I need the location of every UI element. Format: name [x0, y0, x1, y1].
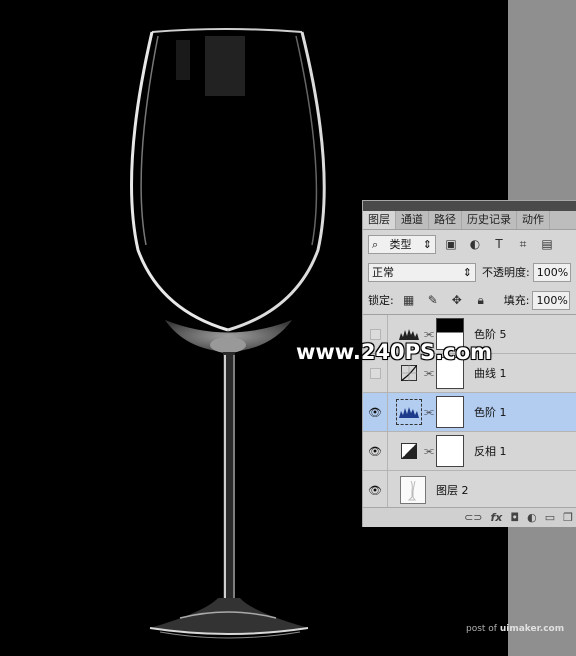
new-group-icon[interactable]: ▭ [545, 511, 555, 524]
new-layer-icon[interactable]: ❐ [563, 511, 573, 524]
filter-row: ⌕ 类型 ⇕ ▣ ◐ T ⌗ ▤ [363, 230, 576, 258]
watermark-text: www.240PS.com [296, 340, 492, 364]
lock-position-icon[interactable]: ✥ [448, 291, 466, 309]
panel-header-bar [363, 201, 576, 211]
lock-label: 锁定: [368, 294, 394, 307]
levels-icon [396, 399, 422, 425]
updown-icon: ⇕ [462, 265, 472, 279]
tab-actions[interactable]: 动作 [517, 211, 550, 229]
credit-brand: uimaker.com [499, 624, 565, 634]
visibility-toggle[interactable]: 👁︎ [363, 432, 388, 470]
layer-row-selected[interactable]: 👁︎ ⫘ 色阶 1 [363, 393, 576, 432]
opacity-label: 不透明度: [482, 266, 530, 279]
lock-all-icon[interactable]: 🔒︎ [472, 291, 490, 309]
eye-icon: 👁︎ [368, 405, 382, 419]
fill-label: 填充: [503, 294, 530, 307]
layer-name[interactable]: 色阶 1 [474, 404, 507, 420]
visibility-toggle[interactable]: 👁︎ [363, 393, 388, 431]
filter-kind-select[interactable]: ⌕ 类型 ⇕ [368, 234, 436, 254]
link-icon[interactable]: ⫘ [424, 366, 434, 380]
blend-row: 正常 ⇕ 不透明度: 100% [363, 258, 576, 286]
adjustment-filter-icon[interactable]: ◐ [466, 235, 484, 253]
layer-thumbnail[interactable] [400, 476, 426, 504]
filter-kind-label: 类型 [389, 237, 412, 251]
shape-filter-icon[interactable]: ⌗ [514, 235, 532, 253]
credit-prefix: post of [466, 624, 500, 634]
panel-tabs: 图层 通道 路径 历史记录 动作 [363, 211, 576, 230]
link-icon[interactable]: ⫘ [424, 444, 434, 458]
blend-mode-select[interactable]: 正常 ⇕ [368, 262, 476, 282]
tab-channels[interactable]: 通道 [396, 211, 429, 229]
search-icon: ⌕ [372, 237, 379, 251]
image-filter-icon[interactable]: ▣ [442, 235, 460, 253]
visibility-toggle[interactable]: 👁︎ [363, 471, 388, 509]
link-icon[interactable]: ⫘ [424, 327, 434, 341]
eye-icon: 👁︎ [368, 444, 382, 458]
layer-mask-thumbnail[interactable] [436, 396, 464, 428]
link-layers-icon[interactable]: ⊂⊃ [464, 511, 482, 524]
panel-bottom-bar: ⊂⊃ fx ◘ ◐ ▭ ❐ [363, 507, 576, 527]
tab-paths[interactable]: 路径 [429, 211, 462, 229]
opacity-input[interactable]: 100% [532, 262, 571, 282]
visibility-off-box [369, 328, 381, 340]
lock-row: 锁定: ▦ ✎ ✥ 🔒︎ 填充: 100% [363, 286, 576, 314]
lock-pixels-icon[interactable]: ✎ [424, 291, 442, 309]
visibility-off-box [369, 367, 381, 379]
fill-input[interactable]: 100% [532, 290, 571, 310]
fx-icon[interactable]: fx [491, 511, 503, 524]
lock-transparent-icon[interactable]: ▦ [400, 291, 418, 309]
link-icon[interactable]: ⫘ [424, 405, 434, 419]
updown-icon: ⇕ [422, 237, 432, 251]
layer-name[interactable]: 图层 2 [436, 482, 469, 498]
add-mask-icon[interactable]: ◘ [510, 511, 519, 524]
tab-history[interactable]: 历史记录 [462, 211, 517, 229]
layer-row[interactable]: 👁︎ 图层 2 [363, 471, 576, 509]
credit-text: post of uimaker.com [466, 624, 564, 634]
blend-mode-value: 正常 [372, 265, 394, 279]
smart-object-filter-icon[interactable]: ▤ [538, 235, 556, 253]
eye-icon: 👁︎ [368, 483, 382, 497]
new-adjustment-icon[interactable]: ◐ [527, 511, 537, 524]
invert-icon [396, 438, 422, 464]
tab-layers[interactable]: 图层 [363, 211, 396, 229]
layer-mask-thumbnail[interactable] [436, 435, 464, 467]
layer-row[interactable]: 👁︎ ⫘ 反相 1 [363, 432, 576, 471]
layer-name[interactable]: 曲线 1 [474, 365, 507, 381]
layer-name[interactable]: 反相 1 [474, 443, 507, 459]
type-filter-icon[interactable]: T [490, 235, 508, 253]
